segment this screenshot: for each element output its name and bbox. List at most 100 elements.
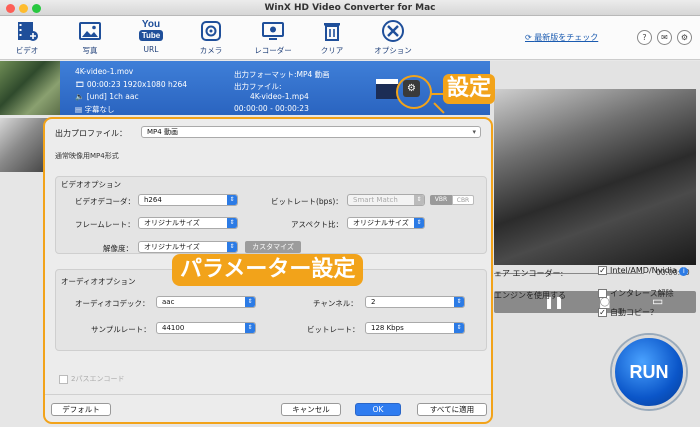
format-clapper-icon	[376, 79, 398, 99]
aspect-arrow-icon: ⇕	[414, 218, 424, 228]
cbr-toggle[interactable]: CBR	[452, 195, 474, 205]
resolution-arrow-icon: ⇕	[227, 242, 237, 252]
intel-checkbox[interactable]: ✓ Intel/AMD/Nvidia i	[598, 266, 689, 276]
deinterlace-label: インタレース解除	[610, 289, 674, 298]
customize-button[interactable]: カスタマイズ	[245, 241, 301, 253]
mail-icon[interactable]: ✉	[657, 30, 672, 45]
file-name: 4K-video-1.mov	[75, 67, 134, 76]
video-info: 00:00:23 1920x1080 h264	[86, 80, 188, 89]
add-url-button[interactable]: You Tube URL	[126, 19, 176, 54]
title-bar: WinX HD Video Converter for Mac	[0, 0, 700, 16]
video-codec-value: h264	[144, 196, 162, 204]
zoom-window-button[interactable]	[32, 4, 41, 13]
intel-label: Intel/AMD/Nvidia	[610, 266, 677, 275]
tools-icon	[382, 20, 404, 42]
aspect-value: オリジナルサイズ	[353, 219, 409, 227]
audio-bitrate-label: ビットレート：	[307, 325, 360, 334]
audio-info: [und] 1ch aac	[86, 92, 139, 101]
add-video-label: ビデオ	[15, 46, 39, 55]
framerate-select[interactable]: オリジナルサイズ ⇕	[138, 217, 238, 229]
intel-check-mark: ✓	[598, 266, 607, 275]
add-photo-button[interactable]: 写真	[65, 19, 115, 56]
video-codec-label: ビデオデコーダ：	[75, 197, 135, 206]
options-label: オプション	[374, 46, 412, 55]
bitrate-value: Smart Match	[353, 196, 398, 204]
samplerate-select[interactable]: 44100 ⇕	[156, 322, 256, 334]
audio-codec-select[interactable]: aac ⇕	[156, 296, 256, 308]
camera-icon	[201, 21, 221, 41]
profile-description: 通常映像用MP4形式	[55, 152, 119, 160]
speaker-icon: 🔈	[75, 92, 87, 101]
add-photo-label: 写真	[82, 46, 98, 55]
video-codec-select[interactable]: h264 ⇕	[138, 194, 238, 206]
framerate-label: フレームレート：	[75, 220, 135, 229]
close-window-button[interactable]	[6, 4, 15, 13]
audio-bitrate-value: 128 Kbps	[371, 324, 404, 332]
refresh-icon: ⟳	[525, 33, 535, 42]
hw-encoder-label: ェア エンコーダー:	[494, 269, 564, 278]
video-codec-arrow-icon: ⇕	[227, 195, 237, 205]
framerate-value: オリジナルサイズ	[144, 219, 200, 227]
audio-options-title: オーディオオプション	[61, 277, 136, 286]
autocopy-label: 自動コピー？	[610, 308, 658, 317]
check-update-link[interactable]: ⟳ 最新版をチェック	[525, 32, 598, 43]
audio-bitrate-select[interactable]: 128 Kbps ⇕	[365, 322, 465, 334]
video-options-title: ビデオオプション	[61, 180, 121, 189]
audio-codec-label: オーディオコデック：	[75, 299, 150, 308]
clear-label: クリア	[320, 46, 344, 55]
deinterlace-box	[598, 289, 607, 298]
add-url-label: URL	[143, 45, 159, 54]
cancel-button[interactable]: キャンセル	[281, 403, 341, 416]
add-video-button[interactable]: ビデオ	[2, 19, 52, 56]
clear-button[interactable]: クリア	[307, 19, 357, 56]
profile-value: MP4 動画	[147, 128, 178, 136]
two-pass-box	[59, 374, 68, 384]
samplerate-label: サンプルレート：	[91, 325, 151, 334]
output-format-label: 出力フォーマット:MP4 動画	[234, 70, 330, 79]
resolution-select[interactable]: オリジナルサイズ ⇕	[138, 241, 238, 253]
audio-bitrate-arrow-icon: ⇕	[454, 323, 464, 333]
default-button[interactable]: デフォルト	[51, 403, 111, 416]
settings-icon[interactable]: ⚙	[677, 30, 692, 45]
framerate-arrow-icon: ⇕	[227, 218, 237, 228]
video-preview	[494, 89, 696, 265]
film-add-icon	[18, 22, 38, 41]
options-button[interactable]: オプション	[368, 19, 418, 56]
recorder-label: レコーダー	[254, 46, 292, 55]
bitrate-label: ビットレート(bps)：	[271, 197, 343, 206]
video-thumbnail	[0, 61, 60, 115]
help-icon[interactable]: ?	[637, 30, 652, 45]
samplerate-arrow-icon: ⇕	[245, 323, 255, 333]
recorder-button[interactable]: レコーダー	[248, 19, 298, 56]
channel-arrow-icon: ⇕	[454, 297, 464, 307]
info-icon[interactable]: i	[679, 267, 689, 276]
aspect-select[interactable]: オリジナルサイズ ⇕	[347, 217, 425, 229]
run-button[interactable]: RUN	[612, 335, 686, 409]
bitrate-arrow-icon: ⇕	[414, 195, 424, 205]
aspect-label: アスペクト比：	[291, 220, 343, 229]
minimize-window-button[interactable]	[19, 4, 28, 13]
autocopy-checkbox[interactable]: ✓ 自動コピー？	[598, 307, 658, 318]
profile-select[interactable]: MP4 動画 ▾	[141, 126, 481, 138]
dialog-footer-divider	[45, 394, 491, 395]
autocopy-check-mark: ✓	[598, 308, 607, 317]
apply-all-button[interactable]: すべてに適用	[417, 403, 487, 416]
subtitle-info: 字幕なし	[84, 105, 115, 114]
photo-icon	[79, 22, 101, 40]
film-icon: 🎞	[75, 80, 87, 89]
time-range: 00:00:00 - 00:00:23	[234, 104, 309, 113]
camera-button[interactable]: カメラ	[186, 19, 236, 56]
profile-label: 出力プロファイル：	[55, 129, 127, 138]
parameter-callout-text: パラメーター設定	[172, 254, 364, 286]
bitrate-select[interactable]: Smart Match ⇕	[347, 194, 425, 206]
trash-icon	[324, 23, 340, 41]
vbr-toggle[interactable]: VBR	[430, 195, 452, 205]
resolution-label: 解像度：	[103, 244, 133, 253]
output-file-name[interactable]: 4K-video-1.mp4	[250, 92, 309, 101]
ok-button[interactable]: OK	[355, 403, 401, 416]
deinterlace-checkbox[interactable]: インタレース解除	[598, 288, 674, 299]
two-pass-checkbox[interactable]: 2パスエンコード	[59, 374, 124, 384]
audio-codec-arrow-icon: ⇕	[245, 297, 255, 307]
channel-value: 2	[371, 298, 376, 306]
channel-select[interactable]: 2 ⇕	[365, 296, 465, 308]
